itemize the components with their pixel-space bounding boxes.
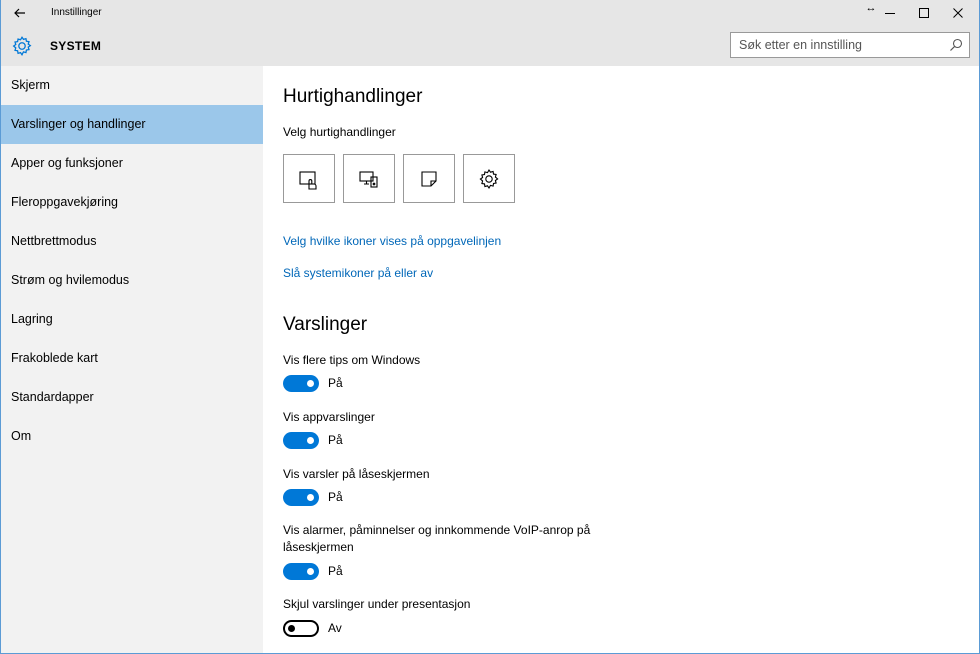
quick-actions-subheading: Velg hurtighandlinger [283,125,396,139]
sidebar-item-standardapper[interactable]: Standardapper [1,378,263,417]
quick-action-settings[interactable] [463,154,515,203]
search-icon[interactable] [949,38,963,52]
toggle-knob [307,494,314,501]
toggle-lockscreen[interactable] [283,489,319,506]
sidebar-item-skjerm[interactable]: Skjerm [1,66,263,105]
note-icon [421,170,437,187]
close-icon [953,8,963,18]
title-bar: Innstillinger ↔ [1,0,979,26]
sidebar-item-strom[interactable]: Strøm og hvilemodus [1,261,263,300]
toggle-state-tips: På [328,376,343,390]
notifications-heading: Varslinger [283,314,368,335]
maximize-icon [919,8,929,18]
quick-actions-heading: Hurtighandlinger [283,86,423,107]
sidebar-item-kart[interactable]: Frakoblede kart [1,339,263,378]
gear-icon [12,36,32,56]
toggle-alarms[interactable] [283,563,319,580]
sidebar-item-nettbrett[interactable]: Nettbrettmodus [1,222,263,261]
toggle-tips[interactable] [283,375,319,392]
sidebar-item-om[interactable]: Om [1,417,263,456]
sidebar-item-apper[interactable]: Apper og funksjoner [1,144,263,183]
back-button[interactable] [7,2,33,24]
toggle-knob [307,437,314,444]
sidebar-nav: Skjerm Varslinger og handlinger Apper og… [1,66,263,653]
sidebar-item-varslinger[interactable]: Varslinger og handlinger [1,105,263,144]
quick-action-tablet-mode[interactable] [283,154,335,203]
setting-label-alarms: Vis alarmer, påminnelser og innkommende … [283,523,591,554]
toggle-app-notifications[interactable] [283,432,319,449]
search-box[interactable] [730,32,970,58]
minimize-icon [885,13,895,14]
setting-label-presentation: Skjul varslinger under presentasjon [283,597,471,611]
section-title: SYSTEM [50,39,102,53]
settings-gear-icon [479,168,499,189]
setting-label-lockscreen: Vis varsler på låseskjermen [283,467,430,481]
setting-label-app-notifications: Vis appvarslinger [283,410,375,424]
search-input[interactable] [731,33,931,57]
close-button[interactable] [941,0,975,26]
sidebar-item-lagring[interactable]: Lagring [1,300,263,339]
settings-window: Innstillinger ↔ SYSTEM Skjerm Varslinger… [0,0,980,654]
toggle-state-app-notifications: På [328,433,343,447]
toggle-state-alarms: På [328,564,343,578]
toggle-knob [307,380,314,387]
connect-display-icon [359,170,378,188]
settings-header: SYSTEM [1,26,979,66]
maximize-button[interactable] [907,0,941,26]
link-system-icons[interactable]: Slå systemikoner på eller av [283,266,433,280]
back-arrow-icon [14,8,25,18]
sidebar-item-fleroppgave[interactable]: Fleroppgavekjøring [1,183,263,222]
quick-action-connect[interactable] [343,154,395,203]
toggle-presentation[interactable] [283,620,319,637]
tablet-mode-icon [299,170,317,190]
setting-label-tips: Vis flere tips om Windows [283,353,421,367]
link-taskbar-icons[interactable]: Velg hvilke ikoner vises på oppgavelinje… [283,234,501,248]
minimize-button[interactable] [873,0,907,26]
toggle-state-lockscreen: På [328,490,343,504]
toggle-state-presentation: Av [328,621,342,635]
quick-action-note[interactable] [403,154,455,203]
toggle-knob [288,625,295,632]
window-title: Innstillinger [51,7,102,18]
toggle-knob [307,568,314,575]
